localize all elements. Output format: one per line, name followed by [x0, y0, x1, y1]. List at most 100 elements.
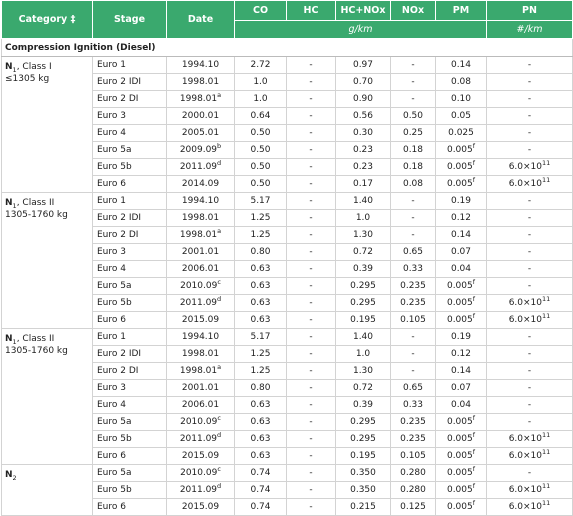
- pn-cell: 6.0×1011: [486, 498, 573, 516]
- header-pn[interactable]: PN: [486, 0, 573, 21]
- nox-cell: 0.235: [390, 430, 436, 448]
- hcnox-cell: 0.350: [335, 481, 391, 499]
- pm-cell: 0.005f: [435, 498, 487, 516]
- hcnox-cell: 0.70: [335, 73, 391, 91]
- pn-cell: -: [486, 260, 573, 278]
- nox-cell: -: [390, 328, 436, 346]
- pn-cell: -: [486, 56, 573, 74]
- date-cell: 2014.09: [166, 175, 235, 193]
- hcnox-cell: 0.195: [335, 311, 391, 329]
- pn-exponent: 11: [542, 176, 551, 184]
- pn-cell: -: [486, 379, 573, 397]
- co-cell: 0.63: [234, 413, 287, 431]
- header-hc[interactable]: HC: [286, 0, 336, 21]
- header-category[interactable]: Category ‡: [1, 0, 93, 39]
- hcnox-cell: 0.17: [335, 175, 391, 193]
- hcnox-cell: 0.23: [335, 158, 391, 176]
- header-pm[interactable]: PM: [435, 0, 487, 21]
- pm-cell: 0.19: [435, 192, 487, 210]
- nox-cell: -: [390, 345, 436, 363]
- pm-cell: 0.04: [435, 260, 487, 278]
- co-cell: 0.63: [234, 294, 287, 312]
- pm-cell: 0.005f: [435, 158, 487, 176]
- date-footnote: a: [217, 363, 222, 371]
- nox-cell: 0.18: [390, 158, 436, 176]
- date-footnote: d: [217, 482, 222, 490]
- pm-footnote: f: [472, 414, 476, 422]
- stage-cell: Euro 5b: [92, 158, 167, 176]
- co-cell: 0.74: [234, 481, 287, 499]
- stage-cell: Euro 5a: [92, 141, 167, 159]
- hcnox-cell: 1.0: [335, 209, 391, 227]
- header-co[interactable]: CO: [234, 0, 287, 21]
- hcnox-cell: 1.30: [335, 362, 391, 380]
- stage-cell: Euro 5a: [92, 464, 167, 482]
- date-cell: 2000.01: [166, 107, 235, 125]
- hcnox-cell: 1.40: [335, 192, 391, 210]
- header-hcnox[interactable]: HC+NOx: [335, 0, 391, 21]
- category-cell: N1, Class I ≤1305 kg: [1, 56, 93, 193]
- pn-cell: 6.0×1011: [486, 311, 573, 329]
- hcnox-cell: 0.295: [335, 430, 391, 448]
- date-cell: 1994.10: [166, 56, 235, 74]
- stage-cell: Euro 5b: [92, 294, 167, 312]
- pm-cell: 0.005f: [435, 464, 487, 482]
- stage-cell: Euro 4: [92, 260, 167, 278]
- header-stage[interactable]: Stage: [92, 0, 167, 39]
- date-cell: 2001.01: [166, 243, 235, 261]
- co-cell: 1.25: [234, 226, 287, 244]
- header-date[interactable]: Date: [166, 0, 235, 39]
- category-class-prefix: N: [5, 334, 13, 344]
- pm-cell: 0.04: [435, 396, 487, 414]
- nox-cell: 0.280: [390, 481, 436, 499]
- pn-cell: -: [486, 141, 573, 159]
- co-cell: 2.72: [234, 56, 287, 74]
- stage-cell: Euro 4: [92, 396, 167, 414]
- hcnox-cell: 0.295: [335, 294, 391, 312]
- nox-cell: 0.65: [390, 243, 436, 261]
- co-cell: 1.25: [234, 209, 287, 227]
- hcnox-cell: 0.72: [335, 243, 391, 261]
- hc-cell: -: [286, 481, 336, 499]
- header-nox[interactable]: NOx: [390, 0, 436, 21]
- pn-cell: -: [486, 464, 573, 482]
- pm-cell: 0.12: [435, 209, 487, 227]
- pn-cell: 6.0×1011: [486, 481, 573, 499]
- hc-cell: -: [286, 141, 336, 159]
- pm-cell: 0.12: [435, 345, 487, 363]
- co-cell: 1.25: [234, 362, 287, 380]
- nox-cell: 0.08: [390, 175, 436, 193]
- pn-cell: -: [486, 192, 573, 210]
- date-cell: 1998.01a: [166, 90, 235, 108]
- pm-cell: 0.005f: [435, 141, 487, 159]
- nox-cell: 0.105: [390, 447, 436, 465]
- date-cell: 1994.10: [166, 192, 235, 210]
- group-label: Compression Ignition (Diesel): [1, 38, 573, 57]
- hcnox-cell: 0.295: [335, 413, 391, 431]
- pm-cell: 0.07: [435, 243, 487, 261]
- stage-cell: Euro 2 IDI: [92, 209, 167, 227]
- co-cell: 0.50: [234, 141, 287, 159]
- nox-cell: 0.235: [390, 413, 436, 431]
- stage-cell: Euro 3: [92, 243, 167, 261]
- hcnox-cell: 0.39: [335, 396, 391, 414]
- co-cell: 1.0: [234, 90, 287, 108]
- co-cell: 0.80: [234, 243, 287, 261]
- nox-cell: 0.235: [390, 294, 436, 312]
- nox-cell: 0.18: [390, 141, 436, 159]
- stage-cell: Euro 6: [92, 498, 167, 516]
- pn-cell: 6.0×1011: [486, 430, 573, 448]
- pn-cell: -: [486, 328, 573, 346]
- co-cell: 0.50: [234, 158, 287, 176]
- pm-cell: 0.14: [435, 56, 487, 74]
- hc-cell: -: [286, 260, 336, 278]
- pn-cell: -: [486, 345, 573, 363]
- unit-count-label: #/km: [486, 20, 573, 39]
- pn-cell: -: [486, 90, 573, 108]
- category-class-prefix: N: [5, 198, 13, 208]
- category-weight: 1305-1760 kg: [5, 210, 68, 220]
- date-footnote: b: [217, 142, 222, 150]
- pn-cell: -: [486, 277, 573, 295]
- hc-cell: -: [286, 209, 336, 227]
- hc-cell: -: [286, 379, 336, 397]
